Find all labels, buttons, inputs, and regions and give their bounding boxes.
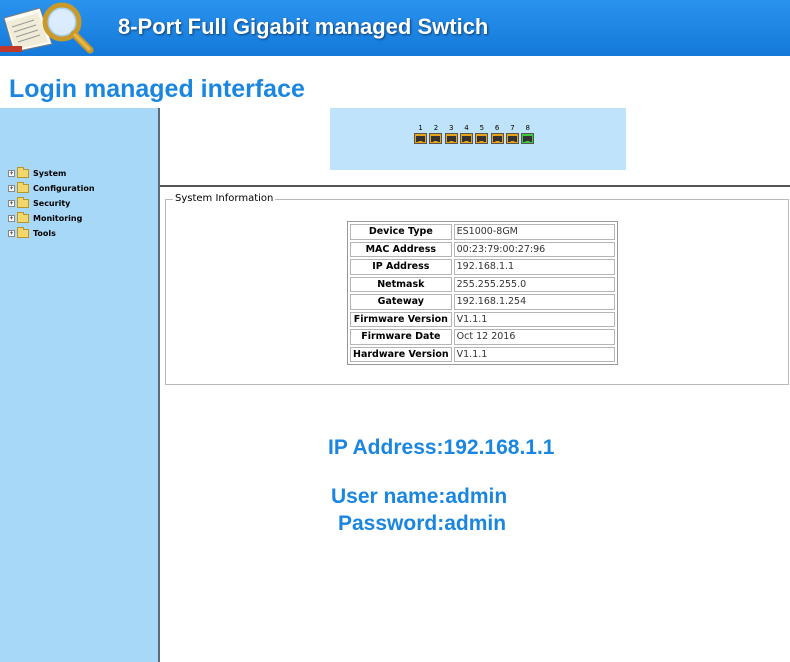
port-number: 2 bbox=[433, 124, 439, 132]
firmware-date-value: Oct 12 2016 bbox=[453, 329, 615, 345]
mac-address-value: 00:23:79:00:27:96 bbox=[453, 241, 615, 257]
expand-icon[interactable]: + bbox=[8, 200, 15, 207]
port-row: 1 2 3 4 5 6 7 8 bbox=[413, 124, 535, 144]
port-number: 7 bbox=[510, 124, 515, 132]
nav-item-label[interactable]: Security bbox=[33, 199, 70, 208]
expand-icon[interactable]: + bbox=[8, 230, 15, 237]
port-6[interactable]: 6 bbox=[489, 124, 504, 144]
expand-icon[interactable]: + bbox=[8, 215, 15, 222]
ethernet-port-icon[interactable] bbox=[505, 133, 519, 144]
nav-item-label[interactable]: System bbox=[33, 169, 66, 178]
gateway-label: Gateway bbox=[350, 294, 452, 310]
device-type-label: Device Type bbox=[350, 224, 452, 240]
table-row: Device Type ES1000-8GM bbox=[350, 224, 615, 240]
header-banner: 8-Port Full Gigabit managed Swtich bbox=[0, 0, 790, 56]
port-number: 1 bbox=[418, 124, 423, 132]
system-info-fieldset: System Information Device Type ES1000-8G… bbox=[165, 193, 789, 385]
port-number: 5 bbox=[479, 124, 485, 132]
nav-tree: + System + Configuration + Security + Mo… bbox=[8, 166, 95, 241]
table-row: Netmask 255.255.255.0 bbox=[350, 276, 615, 292]
table-row: Hardware Version V1.1.1 bbox=[350, 346, 615, 362]
sidebar: + System + Configuration + Security + Mo… bbox=[0, 108, 160, 662]
nav-item-label[interactable]: Tools bbox=[33, 229, 56, 238]
nav-item-label[interactable]: Monitoring bbox=[33, 214, 82, 223]
nav-item-tools[interactable]: + Tools bbox=[8, 226, 95, 241]
port-5[interactable]: 5 bbox=[474, 124, 489, 144]
system-info-legend: System Information bbox=[173, 193, 276, 204]
ip-address-note: IP Address:192.168.1.1 bbox=[328, 436, 555, 459]
expand-icon[interactable]: + bbox=[8, 185, 15, 192]
firmware-date-label: Firmware Date bbox=[350, 329, 452, 345]
username-note: User name:admin bbox=[331, 485, 508, 508]
table-row: Gateway 192.168.1.254 bbox=[350, 294, 615, 310]
folder-icon bbox=[17, 227, 29, 238]
port-3[interactable]: 3 bbox=[444, 124, 459, 144]
nav-item-monitoring[interactable]: + Monitoring bbox=[8, 211, 95, 226]
port-number: 6 bbox=[494, 124, 500, 132]
folder-icon bbox=[17, 197, 29, 208]
divider bbox=[160, 185, 790, 187]
folder-icon bbox=[17, 167, 29, 178]
port-7[interactable]: 7 bbox=[505, 124, 520, 144]
port-number: 3 bbox=[449, 124, 454, 132]
ethernet-port-icon[interactable] bbox=[444, 133, 458, 144]
nav-item-system[interactable]: + System bbox=[8, 166, 95, 181]
ethernet-port-icon[interactable] bbox=[429, 133, 443, 144]
firmware-version-value: V1.1.1 bbox=[453, 311, 615, 327]
nav-item-label[interactable]: Configuration bbox=[33, 184, 95, 193]
ip-address-value: 192.168.1.1 bbox=[453, 259, 615, 275]
table-row: Firmware Version V1.1.1 bbox=[350, 311, 615, 327]
ip-address-label: IP Address bbox=[350, 259, 452, 275]
folder-icon bbox=[17, 182, 29, 193]
nav-item-configuration[interactable]: + Configuration bbox=[8, 181, 95, 196]
table-row: MAC Address 00:23:79:00:27:96 bbox=[350, 241, 615, 257]
book-magnifier-icon bbox=[0, 2, 94, 54]
hardware-version-label: Hardware Version bbox=[350, 346, 452, 362]
folder-icon bbox=[17, 212, 29, 223]
port-1[interactable]: 1 bbox=[413, 124, 428, 144]
ethernet-port-icon[interactable] bbox=[414, 133, 428, 144]
netmask-value: 255.255.255.0 bbox=[453, 276, 615, 292]
password-note: Password:admin bbox=[338, 512, 507, 535]
hardware-version-value: V1.1.1 bbox=[453, 346, 615, 362]
ethernet-port-icon[interactable] bbox=[460, 133, 474, 144]
port-8[interactable]: 8 bbox=[520, 124, 535, 144]
device-type-value: ES1000-8GM bbox=[453, 224, 615, 240]
nav-item-security[interactable]: + Security bbox=[8, 196, 95, 211]
table-row: IP Address 192.168.1.1 bbox=[350, 259, 615, 275]
port-2[interactable]: 2 bbox=[428, 124, 443, 144]
page-heading: Login managed interface bbox=[9, 75, 305, 103]
netmask-label: Netmask bbox=[350, 276, 452, 292]
firmware-version-label: Firmware Version bbox=[350, 311, 452, 327]
table-row: Firmware Date Oct 12 2016 bbox=[350, 329, 615, 345]
system-info-table: Device Type ES1000-8GM MAC Address 00:23… bbox=[347, 221, 618, 365]
gateway-value: 192.168.1.254 bbox=[453, 294, 615, 310]
port-number: 4 bbox=[464, 124, 469, 132]
mac-address-label: MAC Address bbox=[350, 241, 452, 257]
expand-icon[interactable]: + bbox=[8, 170, 15, 177]
banner-title: 8-Port Full Gigabit managed Swtich bbox=[118, 14, 489, 39]
ethernet-port-icon[interactable] bbox=[521, 133, 535, 144]
port-panel: 1 2 3 4 5 6 7 8 bbox=[330, 108, 626, 170]
ethernet-port-icon[interactable] bbox=[475, 133, 489, 144]
port-4[interactable]: 4 bbox=[459, 124, 474, 144]
ethernet-port-icon[interactable] bbox=[490, 133, 504, 144]
port-number: 8 bbox=[525, 124, 530, 132]
